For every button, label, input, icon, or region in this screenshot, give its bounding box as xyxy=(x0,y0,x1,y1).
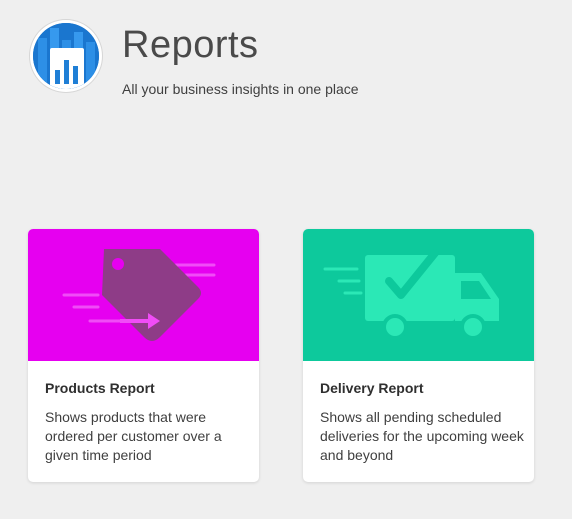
page-subtitle: All your business insights in one place xyxy=(122,81,359,97)
products-report-banner xyxy=(28,229,259,361)
bar-chart-icon xyxy=(33,23,99,89)
card-description: Shows all pending scheduled deliveries f… xyxy=(320,409,524,463)
card-title: Delivery Report xyxy=(320,380,424,396)
card-description: Shows products that were ordered per cus… xyxy=(45,409,222,463)
reports-logo xyxy=(30,20,102,92)
delivery-report-card[interactable]: Delivery Report Shows all pending schedu… xyxy=(303,229,534,482)
page-title: Reports xyxy=(122,24,259,66)
card-title: Products Report xyxy=(45,380,155,396)
delivery-report-banner xyxy=(303,229,534,361)
fast-price-tag-icon xyxy=(28,229,259,361)
delivery-truck-check-icon xyxy=(303,229,534,361)
products-report-card[interactable]: Products Report Shows products that were… xyxy=(28,229,259,482)
